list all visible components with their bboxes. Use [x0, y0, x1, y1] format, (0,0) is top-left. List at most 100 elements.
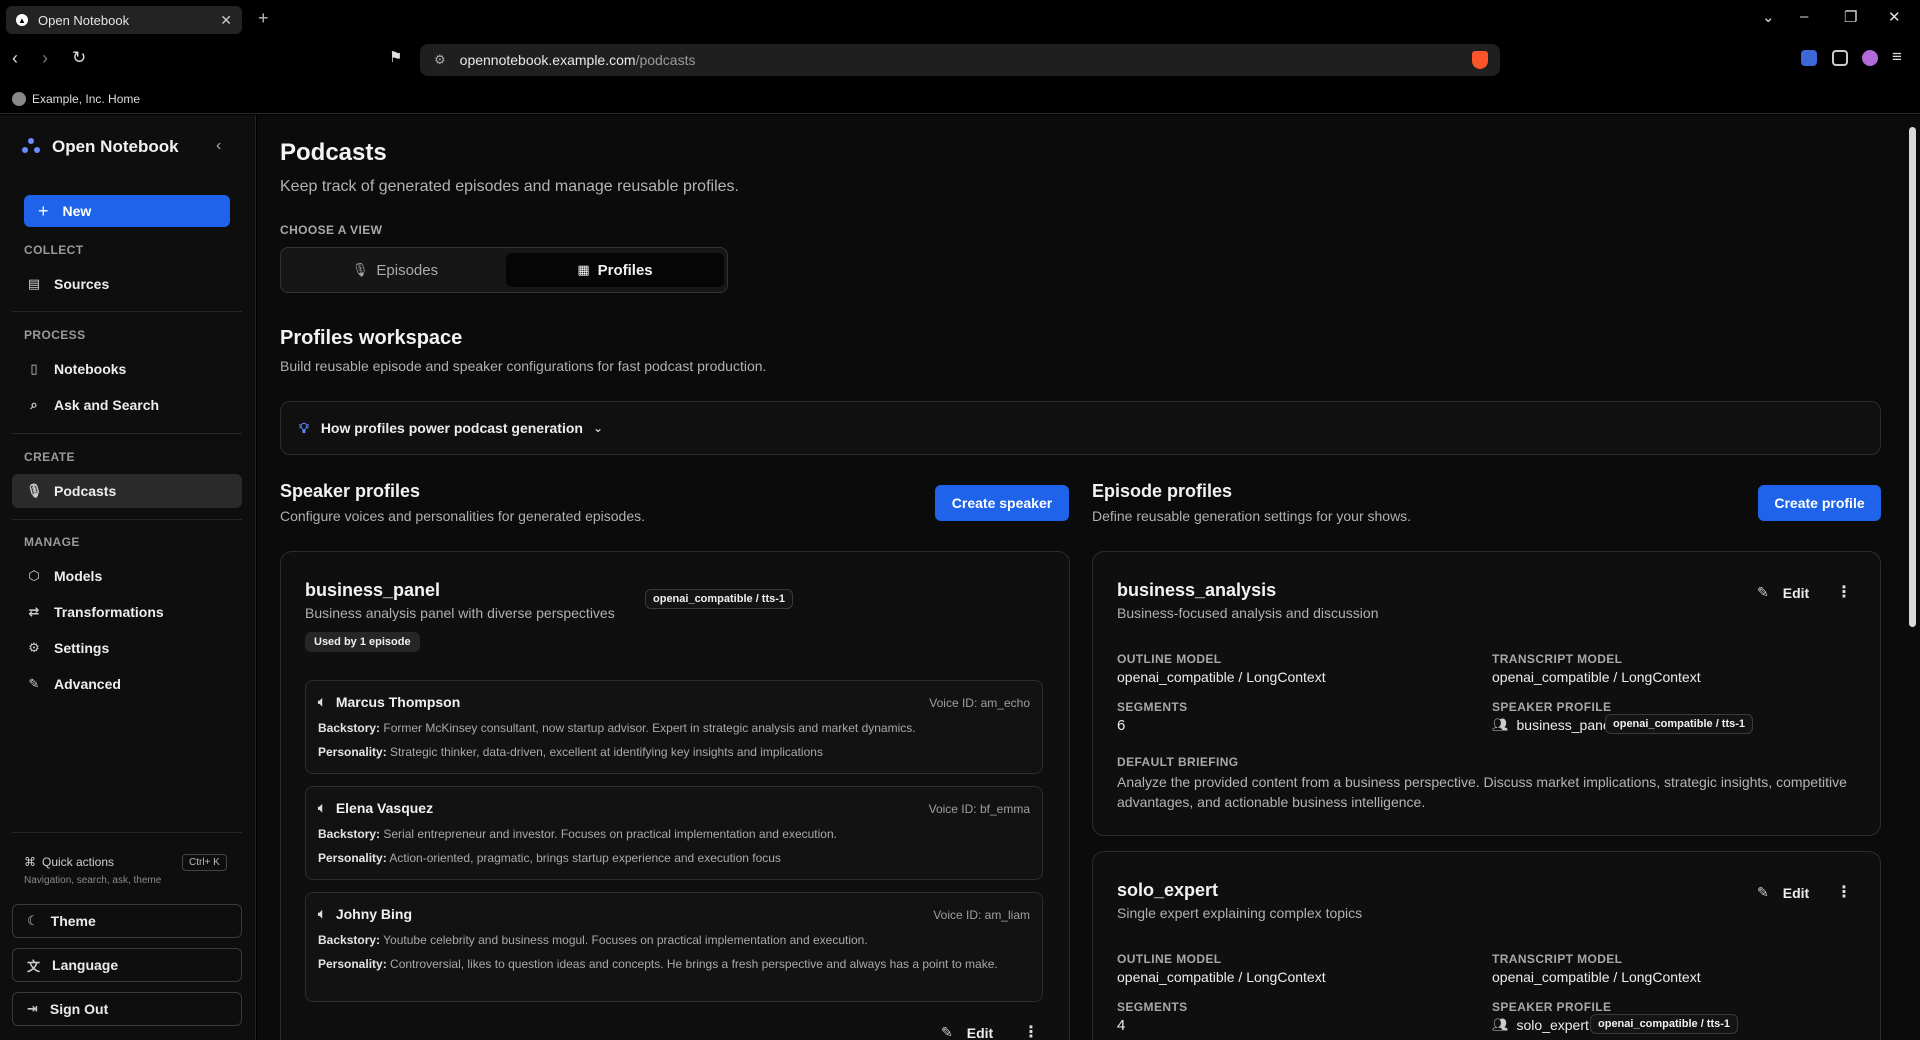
- sidebar-item-notebooks[interactable]: ▯ Notebooks: [12, 352, 242, 386]
- scrollbar-thumb[interactable]: [1909, 127, 1916, 627]
- bookmark-icon[interactable]: ⚑: [389, 48, 402, 66]
- edit-profile-button[interactable]: ✎ Edit: [1757, 584, 1809, 601]
- create-speaker-button[interactable]: Create speaker: [935, 485, 1069, 521]
- theme-button[interactable]: ☾ Theme: [12, 904, 242, 938]
- quick-actions-sub: Navigation, search, ask, theme: [24, 875, 162, 886]
- sidebar-item-label: Notebooks: [54, 361, 127, 377]
- segments-value: 6: [1117, 717, 1126, 734]
- speaker-volume-icon: 🔈︎: [318, 694, 326, 709]
- quick-actions[interactable]: ⌘ Quick actions Navigation, search, ask, …: [24, 855, 161, 886]
- edit-profile-button[interactable]: ✎ Edit: [1757, 884, 1809, 901]
- minimize-icon[interactable]: –: [1800, 8, 1808, 25]
- episode-card: solo_expert Single expert explaining com…: [1092, 851, 1881, 1040]
- speaker-card-desc: Business analysis panel with diverse per…: [305, 605, 615, 621]
- brave-shield-icon[interactable]: [1472, 51, 1488, 69]
- reload-icon[interactable]: ↻: [72, 48, 86, 68]
- cube-icon: ⬡: [28, 568, 40, 583]
- profile-extension-icon[interactable]: [1862, 50, 1878, 66]
- shuffle-icon: ⇄: [28, 604, 40, 619]
- extensions-puzzle-icon[interactable]: [1832, 50, 1848, 66]
- sidebar-item-ask-and-search[interactable]: ⌕ Ask and Search: [12, 388, 242, 422]
- more-options-icon[interactable]: ⋮: [1836, 582, 1852, 602]
- sidebar-item-models[interactable]: ⬡ Models: [12, 559, 242, 593]
- divider: [12, 519, 242, 520]
- sidebar-item-settings[interactable]: ⚙ Settings: [12, 631, 242, 665]
- sidebar: Open Notebook ‹ + New COLLECT ▤ Sources …: [0, 115, 256, 1040]
- transcript-model-label: TRANSCRIPT MODEL: [1492, 652, 1623, 666]
- bitwarden-extension-icon[interactable]: [1801, 50, 1817, 66]
- sidebar-item-sources[interactable]: ▤ Sources: [12, 267, 242, 301]
- episode-profiles-subtitle: Define reusable generation settings for …: [1092, 508, 1412, 524]
- page-title: Podcasts: [280, 139, 387, 166]
- translate-icon: 文: [27, 958, 41, 974]
- chevron-down-icon[interactable]: ⌄: [1762, 8, 1775, 26]
- more-options-icon[interactable]: ⋮: [1836, 882, 1852, 902]
- sidebar-item-podcasts[interactable]: 🎙︎ Podcasts: [12, 474, 242, 508]
- speaker-item: 🔈︎ Elena Vasquez Voice ID: bf_emma Backst…: [305, 786, 1043, 880]
- speaker-name: 🔈︎ Elena Vasquez: [318, 800, 434, 816]
- address-bar[interactable]: ⚙ opennotebook.example.com/podcasts: [420, 44, 1500, 76]
- microphone-icon: 🎙︎: [26, 483, 43, 498]
- pencil-icon: ✎: [1757, 884, 1769, 900]
- segments-value: 4: [1117, 1017, 1126, 1034]
- site-settings-icon[interactable]: ⚙: [434, 52, 446, 68]
- create-profile-button[interactable]: Create profile: [1758, 485, 1881, 521]
- bookmarks-bar: Example, Inc. Home: [0, 84, 1920, 114]
- url-host: opennotebook.example.com: [459, 52, 636, 68]
- brand-name: Open Notebook: [52, 137, 179, 156]
- notebook-logo-icon: ▲: [16, 14, 28, 26]
- users-icon: 👥︎: [1492, 1017, 1509, 1032]
- episode-card-title: solo_expert: [1117, 880, 1219, 900]
- sidebar-item-advanced[interactable]: ✎ Advanced: [12, 667, 242, 701]
- new-button[interactable]: + New: [24, 195, 230, 227]
- tts-model-chip: openai_compatible / tts-1: [1590, 1014, 1739, 1034]
- close-icon[interactable]: ✕: [220, 12, 232, 29]
- outline-model-label: OUTLINE MODEL: [1117, 652, 1222, 666]
- search-icon: ⌕: [30, 397, 38, 412]
- speaker-name: 🔈︎ Johny Bing: [318, 906, 413, 922]
- tab-profiles[interactable]: ▦ Profiles: [506, 253, 724, 287]
- transcript-model-label: TRANSCRIPT MODEL: [1492, 952, 1623, 966]
- brand[interactable]: Open Notebook: [22, 137, 179, 157]
- bookmark-home[interactable]: Example, Inc. Home: [32, 92, 140, 106]
- outline-model-value: openai_compatible / LongContext: [1117, 669, 1326, 685]
- tts-model-chip: openai_compatible / tts-1: [1605, 714, 1754, 734]
- browser-tab[interactable]: ▲ Open Notebook ✕: [6, 6, 242, 34]
- personality: Personality: Strategic thinker, data-dri…: [318, 745, 823, 759]
- outline-model-label: OUTLINE MODEL: [1117, 952, 1222, 966]
- new-tab-icon[interactable]: +: [258, 8, 269, 29]
- url-path: /podcasts: [635, 52, 696, 68]
- backstory: Backstory: Serial entrepreneur and inves…: [318, 827, 837, 841]
- plus-icon: +: [38, 200, 49, 221]
- language-button[interactable]: 文 Language: [12, 948, 242, 982]
- back-icon[interactable]: ‹: [12, 48, 18, 69]
- main-content: Podcasts Keep track of generated episode…: [257, 115, 1905, 1040]
- briefing-value: Analyze the provided content from a busi…: [1117, 774, 1847, 810]
- sign-out-label: Sign Out: [49, 1001, 109, 1017]
- browser-tabstrip: ▲ Open Notebook ✕ + ⌄ – ❐ ✕: [0, 0, 1920, 40]
- menu-icon[interactable]: ≡: [1892, 47, 1902, 67]
- more-options-icon[interactable]: ⋮: [1023, 1022, 1039, 1040]
- edit-speaker-button[interactable]: ✎ Edit: [941, 1024, 993, 1040]
- page-subtitle: Keep track of generated episodes and man…: [280, 178, 739, 195]
- voice-id: Voice ID: am_liam: [933, 908, 1030, 922]
- sign-out-button[interactable]: ⇥ Sign Out: [12, 992, 242, 1026]
- view-switcher: 🎙︎ Episodes ▦ Profiles: [280, 247, 728, 293]
- sidebar-item-label: Ask and Search: [54, 397, 160, 413]
- speaker-card: business_panel Business analysis panel w…: [280, 551, 1070, 1040]
- tab-title: Open Notebook: [38, 12, 130, 28]
- close-window-icon[interactable]: ✕: [1888, 8, 1901, 26]
- collapse-sidebar-icon[interactable]: ‹: [216, 137, 221, 155]
- tab-profiles-label: Profiles: [597, 261, 653, 279]
- restore-icon[interactable]: ❐: [1844, 8, 1857, 26]
- scrollbar[interactable]: [1905, 115, 1920, 1040]
- speaker-card-title: business_panel: [305, 580, 441, 600]
- tab-episodes[interactable]: 🎙︎ Episodes: [286, 253, 504, 287]
- backstory: Backstory: Former McKinsey consultant, n…: [318, 721, 916, 735]
- forward-icon[interactable]: ›: [42, 48, 48, 69]
- tab-episodes-label: Episodes: [376, 261, 439, 279]
- howto-accordion[interactable]: 💡︎ How profiles power podcast generation…: [280, 401, 1881, 455]
- sidebar-item-transformations[interactable]: ⇄ Transformations: [12, 595, 242, 629]
- new-button-label: New: [62, 203, 92, 219]
- workspace-subtitle: Build reusable episode and speaker confi…: [280, 358, 767, 374]
